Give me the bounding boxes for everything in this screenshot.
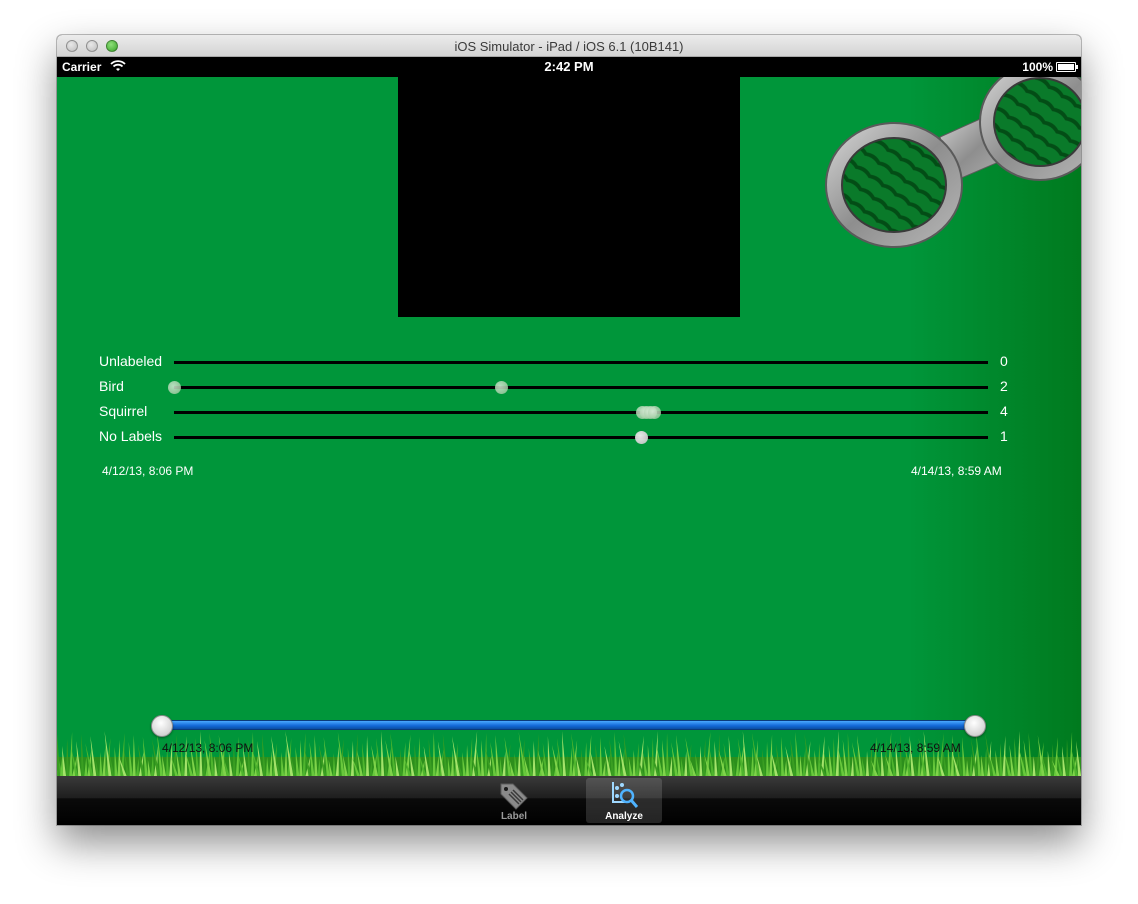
analyze-icon (612, 782, 639, 808)
timeline-row-unlabeled: Unlabeled 0 (99, 352, 1009, 372)
timeline-row-squirrel: Squirrel 4 (99, 402, 1009, 422)
timeline-track (174, 361, 988, 364)
row-count: 4 (1000, 403, 1008, 419)
range-start-thumb[interactable] (151, 715, 173, 737)
event-marker[interactable] (495, 381, 508, 394)
window-title: iOS Simulator - iPad / iOS 6.1 (10B141) (454, 39, 684, 54)
timeline-start-date: 4/12/13, 8:06 PM (102, 464, 194, 478)
timeline-end-date: 4/14/13, 8:59 AM (911, 464, 1002, 478)
tag-icon (500, 783, 528, 810)
range-end-thumb[interactable] (964, 715, 986, 737)
timeline-track (174, 386, 988, 389)
tab-analyze-text: Analyze (605, 811, 643, 822)
row-count: 0 (1000, 353, 1008, 369)
row-count: 1 (1000, 428, 1008, 444)
window-titlebar[interactable]: iOS Simulator - iPad / iOS 6.1 (10B141) (57, 35, 1081, 57)
timeline-row-bird: Bird 2 (99, 377, 1009, 397)
binoculars-icon (825, 77, 1081, 248)
ios-status-bar: Carrier 2:42 PM 100% (57, 57, 1081, 77)
tab-analyze[interactable]: Analyze (586, 778, 662, 823)
row-count: 2 (1000, 378, 1008, 394)
tab-label[interactable]: Label (476, 778, 552, 823)
timeline-row-no-labels: No Labels 1 (99, 427, 1009, 447)
row-label: Unlabeled (99, 353, 163, 369)
event-marker[interactable] (168, 381, 181, 394)
row-label: Squirrel (99, 403, 148, 419)
date-range-track[interactable] (162, 720, 976, 730)
media-preview (398, 77, 740, 317)
range-end-label: 4/14/13, 8:59 AM (870, 741, 961, 755)
battery-percentage: 100% (1022, 60, 1053, 74)
event-marker[interactable] (648, 406, 661, 419)
event-marker[interactable] (635, 431, 648, 444)
tab-bar: Label Analyze (57, 776, 1081, 825)
status-clock: 2:42 PM (544, 59, 594, 74)
row-label: Bird (99, 378, 124, 394)
tab-label-text: Label (500, 811, 528, 822)
battery-icon (1056, 62, 1078, 72)
simulator-window: iOS Simulator - iPad / iOS 6.1 (10B141) … (57, 35, 1081, 825)
timeline-track (174, 411, 988, 414)
timeline-track (174, 436, 988, 439)
analyze-screen: Unlabeled 0 Bird 2 Squirrel 4 No Labels … (57, 77, 1081, 776)
row-label: No Labels (99, 428, 163, 444)
range-start-label: 4/12/13, 8:06 PM (162, 741, 254, 755)
